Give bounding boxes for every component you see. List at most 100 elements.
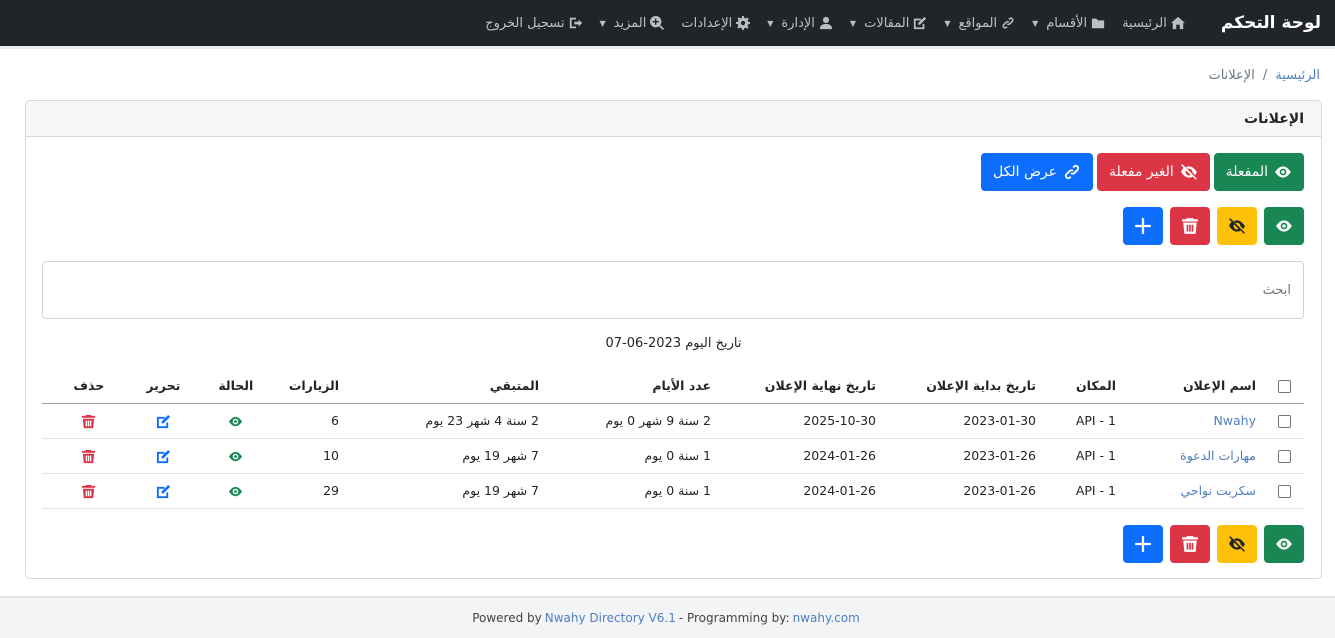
edit-icon[interactable] [156,484,171,499]
bulk-delete-button[interactable] [1170,207,1210,245]
link-icon [1002,17,1014,29]
ad-remaining: 7 شهر 19 يوم [347,473,547,509]
filter-all-button[interactable]: عرض الكل [981,153,1093,191]
ad-visits: 6 [280,403,347,439]
ad-name-link[interactable]: سكربت نواحي [1180,483,1256,498]
nav-item-sites[interactable]: المواقع ▼ [944,16,1015,31]
col-delete: حذف [42,369,136,404]
eye-slash-icon [1180,164,1197,180]
chevron-down-icon: ▼ [767,18,774,28]
row-checkbox[interactable] [1277,485,1291,498]
footer: Powered by Nwahy Directory V6.1 - Progra… [0,596,1335,638]
chevron-down-icon: ▼ [1032,18,1039,28]
col-remaining: المتبقي [347,369,547,404]
nav-item-admin[interactable]: الإدارة ▼ [767,16,833,31]
table-row: مهارات الدعوة API - 1 2023-01-26 2024-01… [42,438,1304,474]
bulk-actions-bottom [1123,525,1304,563]
bulk-deactivate-button[interactable] [1217,207,1257,245]
eye-icon[interactable] [228,414,243,429]
edit-icon [914,16,927,30]
search-plus-icon [650,16,665,30]
nav-item-home[interactable]: الرئيسية [1122,16,1185,31]
breadcrumb-separator: / [1262,68,1268,83]
nav-item-articles[interactable]: المقالات ▼ [850,16,927,31]
brand-title[interactable]: لوحة التحكم [1221,13,1321,33]
nav-item-settings[interactable]: الإعدادات [681,16,751,31]
trash-icon[interactable] [81,449,96,464]
chevron-down-icon: ▼ [599,18,606,28]
table-header-row: اسم الإعلان المكان تاريخ بداية الإعلان ت… [42,369,1304,404]
eye-icon [1276,220,1292,232]
trash-icon[interactable] [81,414,96,429]
ad-start-date: 2023-01-30 [884,403,1044,439]
ad-days: 1 سنة 0 يوم [547,438,719,474]
nav-item-logout[interactable]: تسجيل الخروج [485,16,582,31]
link-icon [1064,164,1080,180]
ad-name-link[interactable]: مهارات الدعوة [1180,448,1256,463]
ad-place: API - 1 [1044,403,1124,439]
ads-table: اسم الإعلان المكان تاريخ بداية الإعلان ت… [42,369,1304,509]
col-days: عدد الأيام [547,369,719,404]
ad-end-date: 2025-10-30 [719,403,884,439]
chevron-down-icon: ▼ [849,18,857,28]
add-ad-button[interactable] [1123,525,1163,563]
bulk-delete-button[interactable] [1170,525,1210,563]
card-title: الإعلانات [26,101,1321,137]
search-input[interactable]: ابحث [42,261,1304,319]
table-row: سكربت نواحي API - 1 2023-01-26 2024-01-2… [42,473,1304,509]
chevron-down-icon: ▼ [944,18,951,28]
breadcrumb-current: الإعلانات [1208,68,1255,83]
ad-end-date: 2024-01-26 [719,473,884,509]
ad-place: API - 1 [1044,438,1124,474]
footer-powered-text: Powered by [472,611,542,625]
bulk-activate-button[interactable] [1264,207,1304,245]
eye-icon [1276,538,1292,550]
ad-start-date: 2023-01-26 [884,473,1044,509]
col-name: اسم الإعلان [1124,369,1264,404]
select-all-checkbox[interactable] [1277,380,1291,394]
trash-icon [1182,218,1198,234]
home-icon [1170,16,1185,30]
ad-remaining: 7 شهر 19 يوم [347,438,547,474]
eye-slash-icon [1229,218,1245,234]
nav-item-sections[interactable]: الأقسام ▼ [1032,16,1105,31]
add-ad-button[interactable] [1123,207,1163,245]
col-edit: تحرير [135,369,191,404]
ad-days: 1 سنة 0 يوم [547,473,719,509]
nav-item-more[interactable]: المزيد ▼ [600,16,665,31]
footer-programming-text: - Programming by: [678,611,790,625]
edit-icon[interactable] [156,449,171,464]
breadcrumb-home-link[interactable]: الرئيسية [1275,68,1320,101]
sign-out-icon [569,17,582,29]
col-status: الحالة [190,369,281,404]
col-end-date: تاريخ نهاية الإعلان [719,369,884,404]
row-checkbox[interactable] [1277,415,1291,428]
trash-icon [1182,536,1198,552]
select-all-cell [1264,369,1304,404]
ad-name-link[interactable]: Nwahy [1213,413,1256,428]
eye-icon[interactable] [228,484,243,499]
col-start-date: تاريخ بداية الإعلان [884,369,1044,404]
plus-icon [1135,218,1151,234]
col-visits: الزيارات [280,369,347,404]
footer-product-link[interactable]: Nwahy Directory V6.1 [545,611,676,625]
filter-active-button[interactable]: المفعلة [1213,153,1304,191]
edit-icon[interactable] [156,414,171,429]
trash-icon[interactable] [81,484,96,499]
eye-icon[interactable] [228,449,243,464]
breadcrumb: الرئيسية / الإعلانات [0,49,1335,101]
bulk-activate-button[interactable] [1264,525,1304,563]
top-navbar: لوحة التحكم الرئيسية الأقسام ▼ المواقع ▼… [0,0,1335,46]
ad-start-date: 2023-01-26 [884,438,1044,474]
ads-card: الإعلانات المفعلة الغير مفعلة عرض الكل ا… [25,100,1322,579]
user-icon [819,16,833,30]
footer-site-link[interactable]: nwahy.com [793,611,860,625]
filter-inactive-button[interactable]: الغير مفعلة [1096,153,1210,191]
bulk-deactivate-button[interactable] [1217,525,1257,563]
row-checkbox[interactable] [1277,450,1291,463]
table-row: Nwahy API - 1 2023-01-30 2025-10-30 2 سن… [42,403,1304,439]
ad-visits: 29 [280,473,347,509]
ad-place: API - 1 [1044,473,1124,509]
today-date: تاريخ اليوم 2023-06-07 [605,336,742,351]
ad-end-date: 2024-01-26 [719,438,884,474]
